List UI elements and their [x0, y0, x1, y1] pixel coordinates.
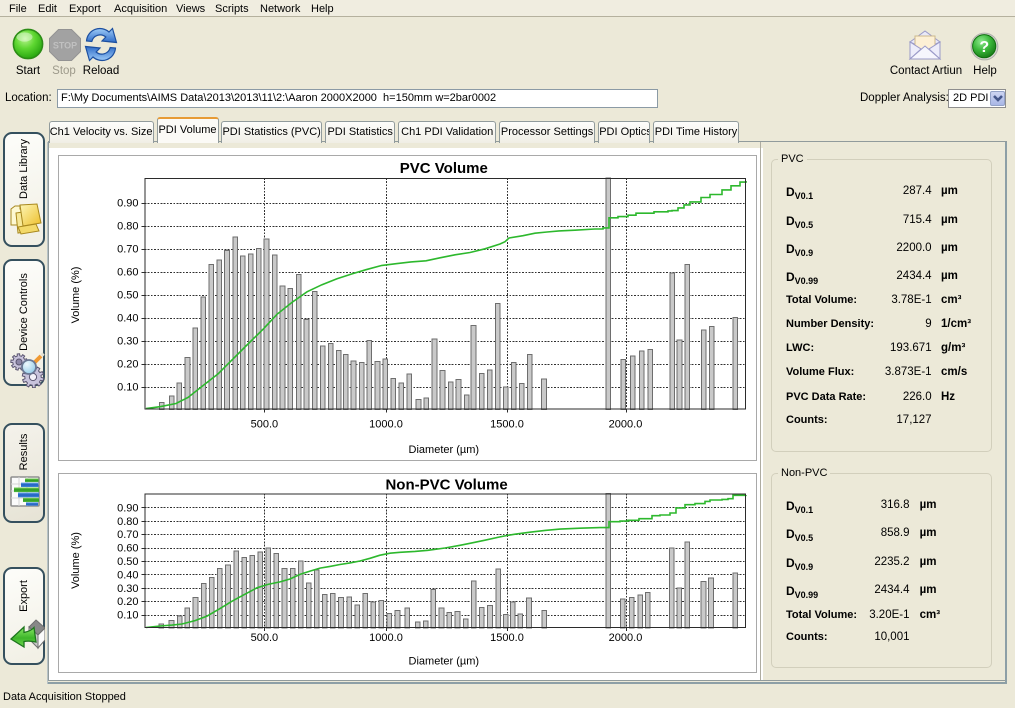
svg-text:PVC Volume: PVC Volume: [400, 160, 488, 177]
svg-text:1500.0: 1500.0: [490, 631, 524, 643]
svg-text:500.0: 500.0: [251, 419, 279, 431]
svg-text:0.50: 0.50: [117, 556, 138, 568]
svg-text:0.90: 0.90: [117, 502, 138, 514]
svg-text:0.70: 0.70: [117, 529, 138, 541]
svg-text:?: ?: [979, 39, 989, 56]
svg-text:0.20: 0.20: [117, 596, 138, 608]
svg-text:1000.0: 1000.0: [369, 631, 403, 643]
svg-text:0.60: 0.60: [117, 542, 138, 554]
svg-text:0.50: 0.50: [117, 290, 138, 302]
svg-text:Non-PVC Volume: Non-PVC Volume: [385, 476, 507, 493]
svg-text:Diameter (µm): Diameter (µm): [409, 444, 480, 456]
svg-text:Diameter (µm): Diameter (µm): [409, 655, 480, 667]
svg-text:0.30: 0.30: [117, 336, 138, 348]
svg-text:0.40: 0.40: [117, 569, 138, 581]
svg-text:Volume (%): Volume (%): [70, 532, 82, 589]
svg-text:0.20: 0.20: [117, 359, 138, 371]
svg-text:2000.0: 2000.0: [609, 419, 643, 431]
svg-text:0.30: 0.30: [117, 582, 138, 594]
svg-text:0.90: 0.90: [117, 198, 138, 210]
svg-text:1000.0: 1000.0: [369, 419, 403, 431]
svg-text:2000.0: 2000.0: [609, 631, 643, 643]
svg-text:Volume (%): Volume (%): [70, 267, 82, 324]
svg-text:0.40: 0.40: [117, 313, 138, 325]
svg-text:0.80: 0.80: [117, 221, 138, 233]
svg-text:1500.0: 1500.0: [490, 419, 524, 431]
svg-text:STOP: STOP: [53, 41, 77, 51]
svg-text:0.70: 0.70: [117, 244, 138, 256]
svg-text:500.0: 500.0: [251, 631, 279, 643]
svg-text:0.10: 0.10: [117, 382, 138, 394]
svg-text:0.10: 0.10: [117, 609, 138, 621]
svg-text:0.60: 0.60: [117, 267, 138, 279]
svg-text:0.80: 0.80: [117, 515, 138, 527]
